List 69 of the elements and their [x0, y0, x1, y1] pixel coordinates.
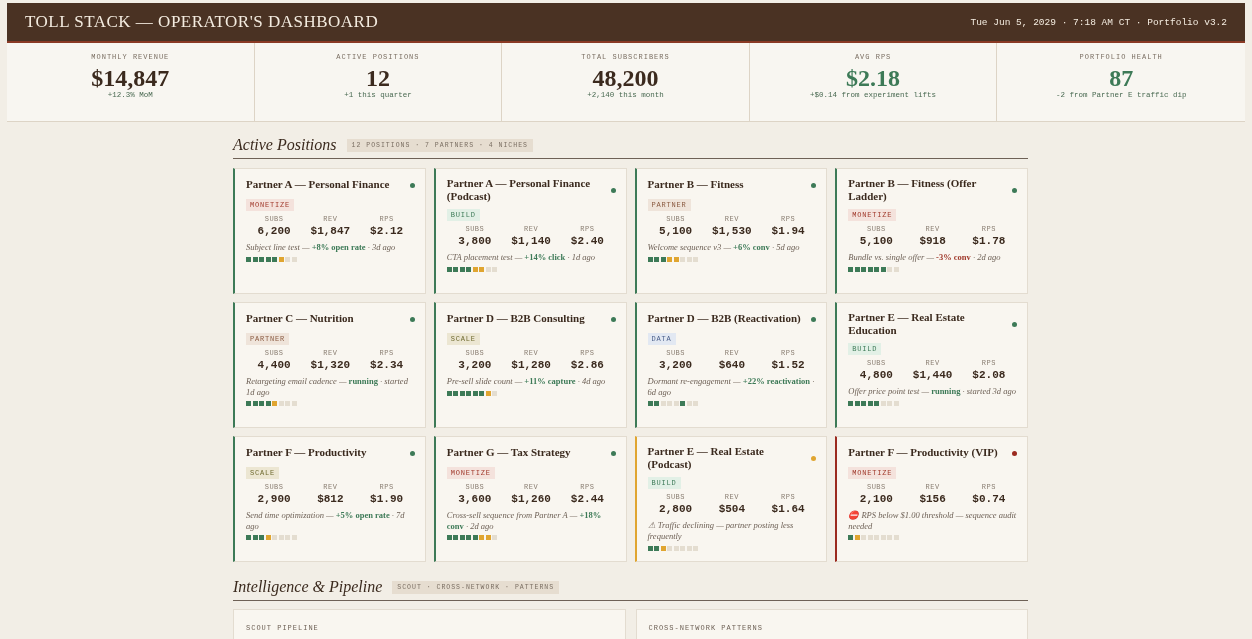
card-title: Partner E — Real Estate Education [848, 311, 966, 338]
stat-value: $2.18 [846, 65, 901, 92]
metric-value: $156 [919, 493, 946, 505]
section-title: Active Positions [233, 136, 337, 154]
metric-value: $504 [718, 503, 746, 516]
experiment-note: Pre-sell slide count — +11% capture · 4d ago [446, 376, 607, 387]
metric-value: $2.86 [570, 359, 604, 371]
experiment-note: Bundle vs. single offer — -3% conv · 2d ago [848, 252, 1002, 263]
experiment-note: CTA placement test — +14% click · 1d ago [446, 252, 597, 263]
metric-value: $1,440 [912, 369, 953, 382]
metric-value: $1.94 [771, 225, 805, 237]
stat-value: 87 [1109, 65, 1134, 92]
card-title: Partner C — Nutrition [246, 312, 354, 326]
metric-value: 3,600 [458, 493, 492, 505]
metric-value: 3,200 [659, 359, 693, 371]
metric-value: 2,100 [859, 493, 893, 505]
experiment-note: Dormant re-engagement — +22% reactivation · 6d ago [647, 376, 816, 398]
card-title: Partner B — Fitness [647, 178, 744, 192]
metric-value: $0.74 [972, 493, 1006, 505]
metric-value: $1,320 [310, 359, 351, 371]
section-title: Intelligence & Pipeline [233, 578, 383, 596]
experiment-note: Cross-sell sequence from Partner A — +18% conv · 2d ago [446, 510, 603, 532]
stat-value: 12 [365, 65, 390, 92]
metric-value: $2.44 [570, 493, 604, 505]
app-title: TOLL STACK — OPERATOR'S DASHBOARD [25, 12, 379, 32]
card-title: Partner F — Productivity (VIP) [848, 446, 998, 460]
metric-value: $1,530 [712, 225, 752, 237]
metric-value: 2,900 [257, 493, 291, 505]
metric-value: $1.90 [370, 493, 404, 505]
metric-value: $2.34 [370, 359, 404, 371]
metric-value: $1,260 [511, 493, 551, 505]
card-title: Partner A — Personal Finance [246, 178, 390, 192]
stat-value: 48,200 [592, 65, 659, 92]
metric-value: 5,100 [859, 235, 893, 248]
metric-value: $812 [317, 493, 344, 505]
stat-value: $14,847 [91, 65, 170, 92]
metric-value: 4,800 [859, 369, 893, 382]
metric-value: 6,200 [257, 225, 291, 237]
experiment-note: Offer price point test — running · started 3d ago [848, 386, 1017, 397]
metric-value: 3,800 [458, 235, 492, 248]
metric-value: $1.78 [972, 235, 1006, 248]
experiment-note: Retargeting email cadence — running · started 1d ago [246, 376, 409, 398]
metric-value: 2,800 [659, 503, 693, 516]
experiment-note: Welcome sequence v3 — +6% conv · 5d ago [647, 242, 801, 253]
metric-value: $1,847 [310, 225, 351, 237]
metric-value: $640 [718, 359, 746, 371]
metric-value: $2.08 [972, 369, 1006, 382]
card-title: Partner B — Fitness (Offer Ladder) [848, 177, 978, 204]
metric-value: $2.40 [570, 235, 604, 248]
metric-value: $1,140 [511, 235, 551, 248]
metric-value: $1.52 [771, 359, 805, 371]
metric-value: $1.64 [771, 503, 805, 516]
card-title: Partner D — B2B Consulting [446, 312, 585, 326]
metric-value: $2.12 [370, 225, 404, 237]
card-title: Partner A — Personal Finance (Podcast) [446, 177, 592, 204]
header-meta: Tue Jun 5, 2029 · 7:18 AM CT · Portfolio v3.2 [970, 16, 1227, 28]
metric-value: 3,200 [458, 359, 492, 371]
experiment-note: Send time optimization — +5% open rate · 7d ago [246, 510, 406, 532]
metric-value: $1,280 [511, 359, 551, 371]
experiment-note: ⛔ RPS below $1.00 threshold — sequence audit needed [848, 510, 1017, 532]
card-title: Partner E — Real Estate (Podcast) [647, 445, 765, 472]
metric-value: $918 [919, 235, 946, 248]
metric-value: 5,100 [659, 225, 693, 237]
experiment-note: ⚠ Traffic declining — partner posting less frequently [647, 520, 795, 542]
card-title: Partner D — B2B (Reactivation) [647, 312, 801, 326]
card-title: Partner G — Tax Strategy [446, 446, 571, 460]
card-title: Partner F — Productivity [246, 446, 367, 460]
metric-value: 4,400 [257, 359, 291, 371]
experiment-note: Subject line test — +8% open rate · 3d ago [246, 242, 397, 253]
